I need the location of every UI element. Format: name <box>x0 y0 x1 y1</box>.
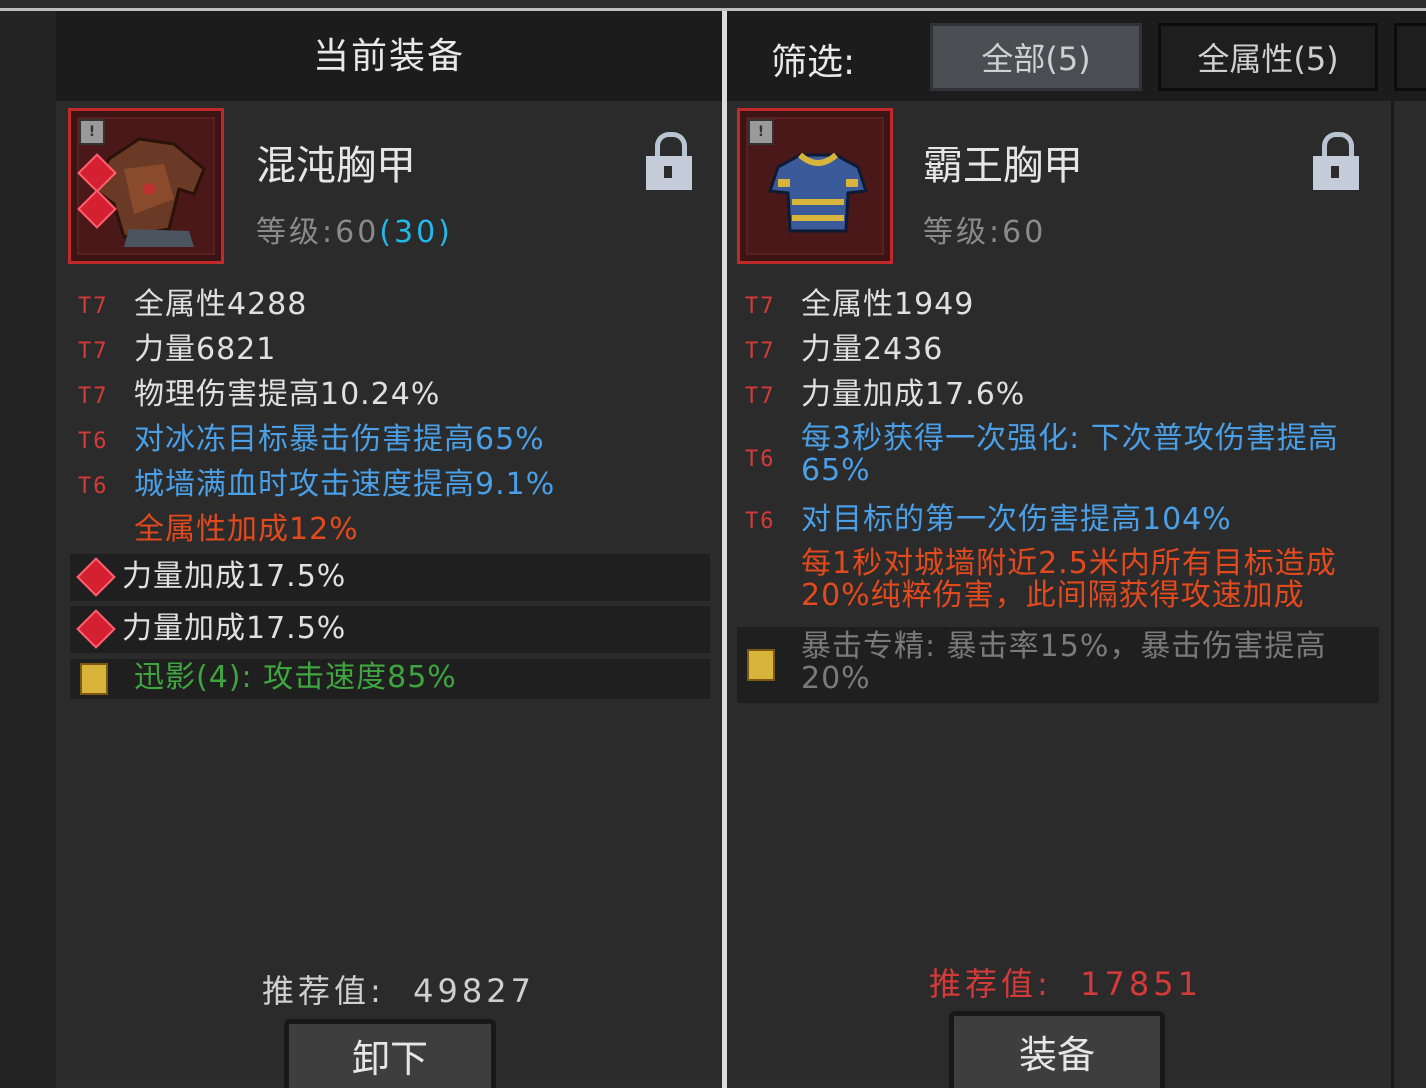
set-bonus-text: 暴击专精: 暴击率15%，暴击伤害提高20% <box>801 629 1327 696</box>
lock-keyhole <box>664 166 672 178</box>
score-value: 49827 <box>413 972 535 1010</box>
red-gem-icon <box>76 557 116 597</box>
tier-label: T7 <box>78 294 109 319</box>
filter-label: 筛选: <box>771 42 856 83</box>
lock-icon[interactable] <box>646 132 692 192</box>
score-label: 推荐值: <box>262 972 385 1010</box>
tier-label: T7 <box>78 384 109 409</box>
recommend-score: 推荐值: 17851 <box>929 959 1202 1005</box>
stat-line: 全属性加成12% <box>134 512 359 547</box>
filter-tab-all-attributes[interactable]: 全属性(5) <box>1158 23 1378 91</box>
stat-line: 对冰冻目标暴击伤害提高65% <box>134 422 545 457</box>
filter-tab-more[interactable] <box>1394 23 1426 91</box>
score-value: 17851 <box>1080 965 1202 1003</box>
lock-keyhole <box>1331 166 1339 178</box>
recommend-score: 推荐值: 49827 <box>262 966 535 1012</box>
unequip-button[interactable]: 卸下 <box>284 1019 496 1088</box>
tier-label: T6 <box>745 509 776 534</box>
set-scroll-icon <box>747 649 775 681</box>
stat-line: 全属性1949 <box>801 287 975 322</box>
gem-row[interactable]: 力量加成17.5% <box>70 554 710 601</box>
stat-line: 力量加成17.6% <box>801 377 1026 412</box>
lock-shackle <box>1322 132 1354 159</box>
item-level: 等级:60 <box>923 207 1046 251</box>
stat-line: 城墙满血时攻击速度提高9.1% <box>134 467 556 502</box>
item-name: 混沌胸甲 <box>256 143 416 189</box>
tier-label: T6 <box>78 429 109 454</box>
info-hint-icon[interactable]: ! <box>748 119 774 145</box>
lock-icon[interactable] <box>1313 132 1359 192</box>
lock-shackle <box>655 132 687 159</box>
red-gem-icon <box>76 609 116 649</box>
filter-bar: 筛选: 全部(5) 全属性(5) <box>727 11 1426 101</box>
tier-label: T7 <box>745 339 776 364</box>
level-label: 等级: <box>923 215 1003 250</box>
tier-label: T7 <box>745 294 776 319</box>
score-label: 推荐值: <box>929 965 1052 1003</box>
tier-label: T6 <box>745 447 776 472</box>
stat-line: 对目标的第一次伤害提高104% <box>801 502 1232 537</box>
next-item-panel-partial <box>1391 101 1426 1088</box>
item-level: 等级:60(30) <box>256 207 453 251</box>
stat-line: 每1秒对城墙附近2.5米内所有目标造成20%纯粹伤害，此间隔获得攻速加成 <box>801 546 1337 613</box>
top-border <box>0 0 1426 11</box>
gem-stat-text: 力量加成17.5% <box>122 611 347 646</box>
level-value: 60 <box>1002 215 1047 250</box>
gem-stat-text: 力量加成17.5% <box>122 559 347 594</box>
equip-button[interactable]: 装备 <box>949 1011 1165 1088</box>
stat-line: 力量2436 <box>801 332 944 367</box>
set-bonus-text: 迅影(4): 攻击速度85% <box>134 660 457 695</box>
level-label: 等级: <box>256 215 336 250</box>
set-bonus-row[interactable]: 暴击专精: 暴击率15%，暴击伤害提高20% <box>737 627 1379 703</box>
panel-title: 当前装备 <box>56 11 722 101</box>
item-icon-overlord-chestplate[interactable]: ! <box>737 108 893 264</box>
gem-row[interactable]: 力量加成17.5% <box>70 606 710 653</box>
stat-line: 每3秒获得一次强化: 下次普攻伤害提高65% <box>801 421 1339 488</box>
set-bonus-row[interactable]: 迅影(4): 攻击速度85% <box>70 659 710 699</box>
item-icon-chaos-chestplate[interactable]: ! <box>68 108 224 264</box>
item-name: 霸王胸甲 <box>923 143 1083 189</box>
level-value: 60 <box>335 215 380 250</box>
filter-tab-all[interactable]: 全部(5) <box>930 23 1142 91</box>
stat-line: 力量6821 <box>134 332 277 367</box>
stat-line: 物理伤害提高10.24% <box>134 377 441 412</box>
compare-equipment-panel: 筛选: 全部(5) 全属性(5) ! 霸王胸甲 等级:60 T7 全属性1949 T… <box>727 11 1426 1088</box>
set-scroll-icon <box>80 663 108 695</box>
level-extra: (30) <box>379 215 453 250</box>
tier-label: T6 <box>78 474 109 499</box>
tier-label: T7 <box>745 384 776 409</box>
tier-label: T7 <box>78 339 109 364</box>
info-hint-icon[interactable]: ! <box>79 119 105 145</box>
stat-line: 全属性4288 <box>134 287 308 322</box>
panel-side-strip <box>0 11 56 1088</box>
current-equipment-panel: 当前装备 ! 混沌胸甲 等级:60(30) T7 全属性4288 T7 力量6821 T… <box>0 11 722 1088</box>
